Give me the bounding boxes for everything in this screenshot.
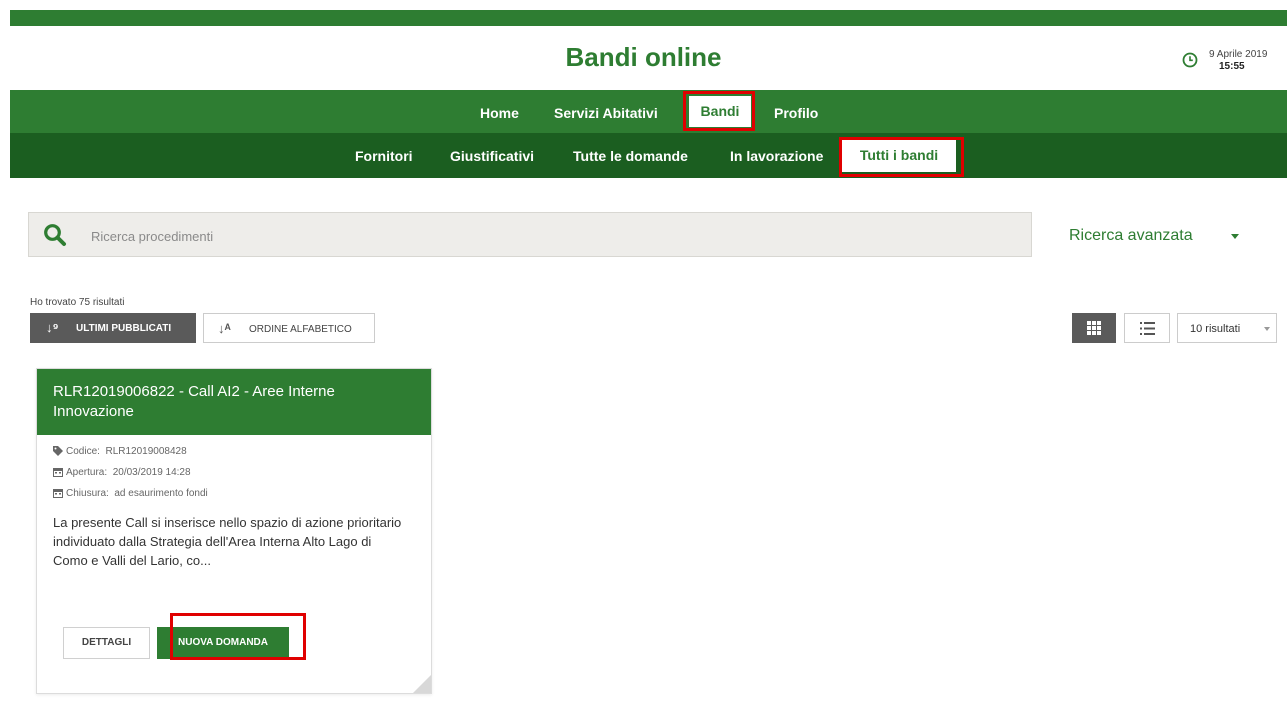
grid-view-button[interactable] bbox=[1072, 313, 1116, 343]
search-input[interactable] bbox=[91, 225, 1011, 247]
results-per-page-select[interactable]: 10 risultati bbox=[1177, 313, 1277, 343]
subnav-giustificativi[interactable]: Giustificativi bbox=[450, 148, 534, 164]
nav-home[interactable]: Home bbox=[480, 105, 519, 121]
app-title: Bandi online bbox=[565, 42, 722, 72]
highlight-box-tutti-i-bandi bbox=[839, 137, 964, 177]
closing-value: ad esaurimento fondi bbox=[114, 488, 208, 499]
calendar-icon bbox=[53, 489, 63, 499]
time-text: 15:55 bbox=[1219, 61, 1245, 72]
chevron-down-icon bbox=[1264, 327, 1270, 331]
highlight-box-bandi bbox=[683, 91, 755, 131]
card-code: Codice: RLR12019008428 bbox=[53, 446, 187, 457]
search-icon[interactable] bbox=[43, 223, 67, 247]
sort-recent-button[interactable]: ↓⁹ ULTIMI PUBBLICATI bbox=[30, 313, 196, 343]
list-icon bbox=[1140, 322, 1155, 335]
tag-icon bbox=[53, 446, 63, 457]
datetime: 9 Aprile 2019 15:55 bbox=[1209, 49, 1267, 73]
result-count: Ho trovato 75 risultati bbox=[30, 297, 125, 308]
sort-alpha-button[interactable]: ↓ᴬ ORDINE ALFABETICO bbox=[203, 313, 375, 343]
nav-profilo[interactable]: Profilo bbox=[774, 105, 818, 121]
calendar-icon bbox=[53, 468, 63, 478]
results-per-page-value: 10 risultati bbox=[1190, 323, 1241, 335]
sort-alpha-label: ORDINE ALFABETICO bbox=[249, 324, 352, 335]
card-header: RLR12019006822 - Call AI2 - Aree Interne… bbox=[37, 369, 431, 435]
subnav-in-lavorazione[interactable]: In lavorazione bbox=[730, 148, 823, 164]
page-fold-corner bbox=[413, 675, 431, 693]
code-value: RLR12019008428 bbox=[105, 446, 187, 457]
clock-icon bbox=[1182, 52, 1198, 68]
list-view-button[interactable] bbox=[1124, 313, 1170, 343]
advanced-search-toggle[interactable]: Ricerca avanzata bbox=[1069, 227, 1193, 245]
primary-nav: Home Servizi Abitativi Bandi Profilo bbox=[10, 90, 1287, 133]
card-title[interactable]: RLR12019006822 - Call AI2 - Aree Interne… bbox=[53, 382, 413, 422]
code-label: Codice: bbox=[66, 446, 100, 457]
sort-numeric-icon: ↓⁹ bbox=[46, 320, 59, 335]
card-closing: Chiusura: ad esaurimento fondi bbox=[53, 488, 208, 499]
top-accent-bar bbox=[10, 10, 1287, 26]
date-text: 9 Aprile 2019 bbox=[1209, 49, 1268, 60]
details-button[interactable]: DETTAGLI bbox=[63, 627, 150, 659]
sort-alpha-icon: ↓ᴬ bbox=[218, 321, 231, 336]
card-description: La presente Call si inserisce nello spaz… bbox=[53, 515, 402, 568]
opening-value: 20/03/2019 14:28 bbox=[112, 467, 191, 478]
subnav-fornitori[interactable]: Fornitori bbox=[355, 148, 413, 164]
card-opening: Apertura: 20/03/2019 14:28 bbox=[53, 467, 191, 478]
subnav-tutte-le-domande[interactable]: Tutte le domande bbox=[573, 148, 688, 164]
secondary-nav: Fornitori Giustificativi Tutte le domand… bbox=[10, 133, 1287, 178]
nav-servizi-abitativi[interactable]: Servizi Abitativi bbox=[554, 105, 658, 121]
grid-icon bbox=[1087, 321, 1101, 335]
sort-recent-label: ULTIMI PUBBLICATI bbox=[76, 323, 172, 334]
opening-label: Apertura: bbox=[66, 467, 108, 478]
closing-label: Chiusura: bbox=[66, 488, 109, 499]
caret-down-icon[interactable] bbox=[1231, 234, 1239, 239]
search-bar bbox=[28, 212, 1032, 257]
highlight-box-nuova-domanda bbox=[170, 613, 306, 660]
